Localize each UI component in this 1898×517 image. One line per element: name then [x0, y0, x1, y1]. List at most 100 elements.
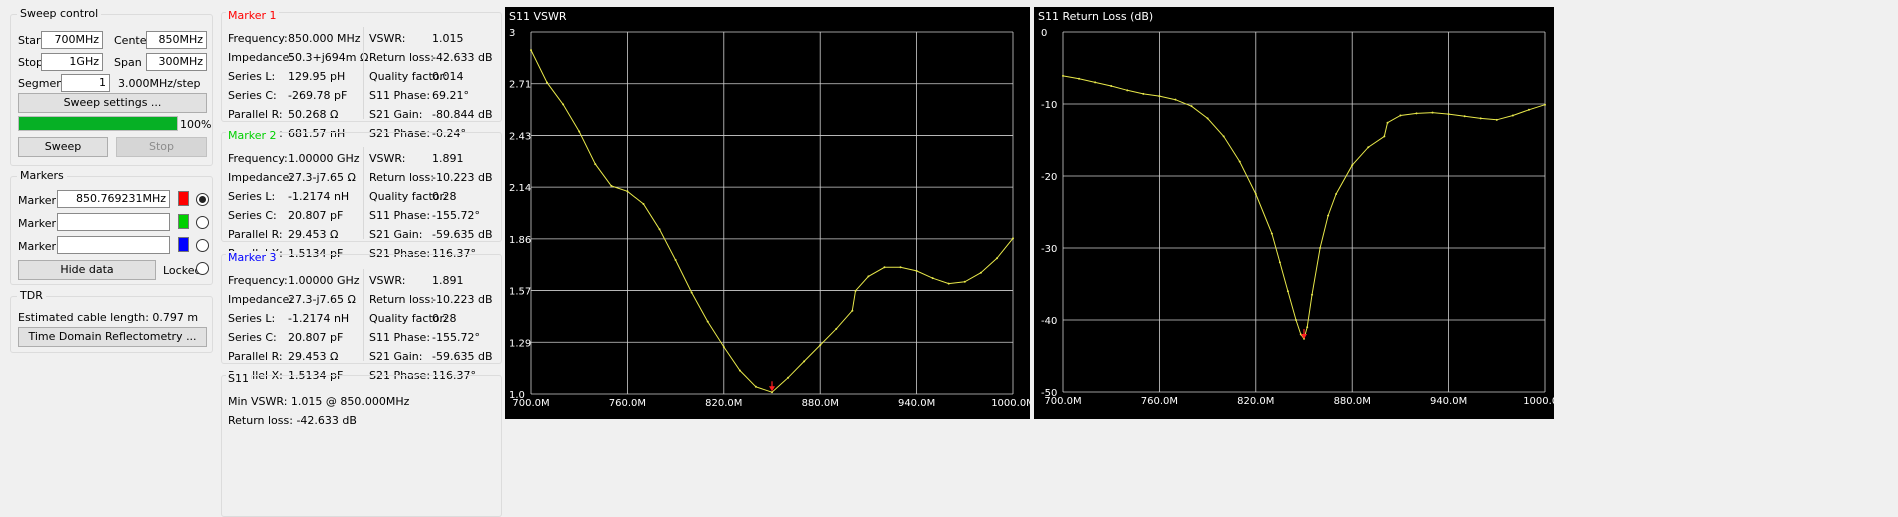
- series-line: [530, 49, 1014, 393]
- marker-1-panel: Marker 1 Frequency: 850.000 MHz Impedance…: [221, 9, 502, 140]
- min-vswr-row: Min VSWR: 1.015 @ 850.000MHz: [228, 395, 410, 408]
- data-row: VSWR: 1.015: [369, 32, 464, 45]
- y-tick-label: 1.57: [509, 287, 531, 298]
- column-divider: [363, 147, 364, 239]
- data-point: [1319, 247, 1322, 249]
- sweep-button[interactable]: Sweep: [18, 137, 108, 157]
- data-row: Series C: 20.807 pF: [228, 209, 344, 222]
- data-row: Return loss: -10.223 dB: [369, 293, 493, 306]
- stop-input[interactable]: 1GHz: [41, 53, 103, 71]
- data-point: [787, 376, 790, 379]
- data-point: [1012, 237, 1014, 240]
- data-point: [642, 202, 645, 205]
- data-point: [738, 369, 741, 372]
- data-row: S11 Phase: 69.21°: [369, 89, 469, 102]
- vswr-plot: 700.0M760.0M820.0M880.0M940.0M1000.0M32.…: [509, 28, 1030, 409]
- data-point: [530, 49, 532, 52]
- y-tick-label: 3: [509, 28, 515, 39]
- return-loss-row: Return loss: -42.633 dB: [228, 414, 357, 427]
- data-point: [1351, 164, 1354, 167]
- x-tick-label: 940.0M: [898, 398, 935, 409]
- data-row: Series L: 129.95 pH: [228, 70, 346, 83]
- data-point: [1463, 115, 1466, 118]
- x-tick-label: 1000.0M: [1523, 396, 1554, 407]
- data-row: Parallel R: 50.268 Ω: [228, 108, 339, 121]
- start-input[interactable]: 700MHz: [41, 31, 103, 49]
- data-point: [1306, 326, 1309, 329]
- center-input[interactable]: 850MHz: [146, 31, 207, 49]
- marker-3-input[interactable]: [57, 236, 170, 254]
- data-point: [674, 259, 677, 262]
- data-point: [610, 184, 613, 187]
- marker-2-panel-title: Marker 2: [226, 129, 279, 142]
- column-divider: [363, 27, 364, 119]
- y-tick-label: -40: [1041, 316, 1057, 327]
- tdr-button[interactable]: Time Domain Reflectometry ...: [18, 327, 207, 347]
- marker-1-right-column: VSWR: 1.015 Return loss: -42.633 dB Qualit…: [369, 29, 499, 143]
- y-tick-label: -20: [1041, 172, 1057, 183]
- marker-3-radio[interactable]: [196, 239, 209, 252]
- data-point: [1270, 232, 1273, 235]
- data-point: [915, 269, 918, 272]
- marker-1-radio[interactable]: [196, 193, 209, 206]
- s11-vswr-chart[interactable]: S11 VSWR 700.0M 760.0M 820.0M 880.0M 940.0M 1…: [505, 7, 1030, 419]
- data-point: [1062, 74, 1064, 77]
- marker-1-left-column: Frequency: 850.000 MHz Impedance: 50.3+j69…: [228, 29, 368, 143]
- marker-1-input[interactable]: 850.769231MHz: [57, 190, 170, 208]
- data-point: [1527, 108, 1530, 111]
- sweep-settings-button[interactable]: Sweep settings ...: [18, 93, 207, 113]
- data-point: [1335, 193, 1338, 195]
- marker-3-right-column: VSWR: 1.891 Return loss: -10.223 dB Qualit…: [369, 271, 499, 385]
- data-row: Quality factor: 0.28: [369, 190, 457, 203]
- x-tick-label: 760.0M: [609, 398, 646, 409]
- data-point: [1386, 121, 1389, 124]
- data-point: [658, 228, 661, 231]
- span-input[interactable]: 300MHz: [146, 53, 207, 71]
- y-tick-label: 1.0: [509, 390, 525, 401]
- x-tick-label: 820.0M: [1237, 396, 1274, 407]
- data-row: S21 Gain: -59.635 dB: [369, 350, 493, 363]
- data-point: [1190, 105, 1193, 108]
- data-point: [1479, 117, 1482, 120]
- data-point: [1286, 290, 1289, 293]
- x-tick-label: 880.0M: [1334, 396, 1371, 407]
- stop-button[interactable]: Stop: [116, 137, 207, 157]
- s11-summary-panel: S11 Min VSWR: 1.015 @ 850.000MHz Return …: [221, 372, 502, 517]
- y-tick-label: 1.29: [509, 338, 531, 349]
- marker-2-input[interactable]: [57, 213, 170, 231]
- x-tick-label: 940.0M: [1430, 396, 1467, 407]
- data-point: [1110, 85, 1113, 87]
- x-tick-label: 760.0M: [1141, 396, 1178, 407]
- data-point: [1544, 103, 1546, 106]
- data-point: [883, 266, 886, 269]
- stop-label: Stop: [18, 56, 44, 69]
- marker-3-color-swatch[interactable]: [178, 237, 189, 252]
- data-row: Series C: -269.78 pF: [228, 89, 348, 102]
- data-point: [578, 130, 581, 133]
- y-tick-label: 2.14: [509, 183, 531, 194]
- data-row: Frequency: 1.00000 GHz: [228, 274, 360, 287]
- data-row: S11 Phase: -155.72°: [369, 209, 480, 222]
- segments-input[interactable]: 1: [61, 74, 110, 92]
- data-point: [1294, 319, 1297, 321]
- data-point: [754, 385, 757, 388]
- marker-2-radio[interactable]: [196, 216, 209, 229]
- data-point: [1399, 114, 1402, 117]
- data-point: [1126, 89, 1129, 92]
- data-point: [1158, 95, 1161, 98]
- data-row: Series L: -1.2174 nH: [228, 190, 350, 203]
- data-point: [1174, 98, 1177, 101]
- hide-data-button[interactable]: Hide data: [18, 260, 156, 280]
- data-point: [626, 190, 629, 193]
- data-point: [803, 360, 806, 363]
- data-point: [771, 391, 773, 394]
- data-point: [995, 257, 998, 260]
- marker-1-color-swatch[interactable]: [178, 191, 189, 206]
- s11-return-loss-chart[interactable]: S11 Return Loss (dB) 700.0M 760.0M 820.0M 8…: [1034, 7, 1554, 419]
- marker-2-color-swatch[interactable]: [178, 214, 189, 229]
- data-point: [546, 81, 549, 84]
- locked-radio[interactable]: [196, 262, 209, 275]
- s11-summary-rows: Min VSWR: 1.015 @ 850.000MHz Return loss…: [228, 392, 498, 430]
- data-point: [594, 163, 597, 166]
- return-loss-plot: 700.0M760.0M820.0M880.0M940.0M1000.0M0-1…: [1041, 28, 1554, 407]
